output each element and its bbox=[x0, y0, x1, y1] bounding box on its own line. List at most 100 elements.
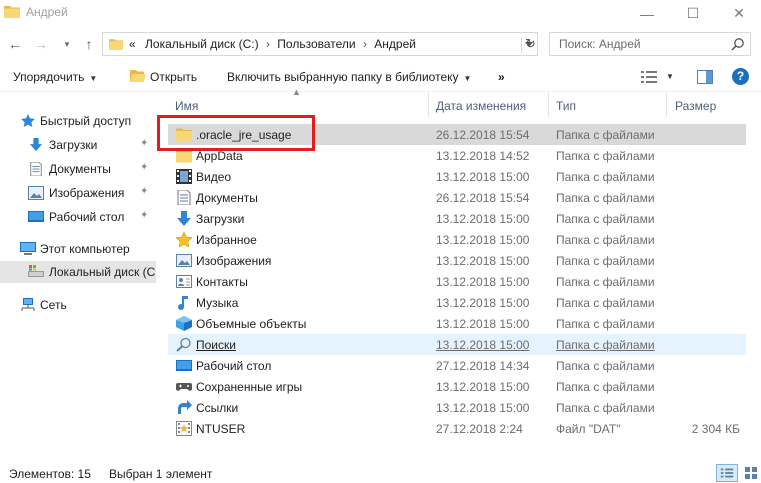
table-row[interactable]: Избранное 13.12.2018 15:00 Папка с файла… bbox=[168, 229, 746, 250]
breadcrumb-item-users[interactable]: Пользователи bbox=[277, 37, 355, 51]
breadcrumb-separator[interactable]: › bbox=[363, 37, 367, 51]
desktop-icon bbox=[176, 360, 192, 371]
up-button[interactable]: ↑ bbox=[80, 35, 98, 53]
file-type: Папка с файлами bbox=[556, 149, 655, 163]
large-icons-view-icon[interactable] bbox=[742, 464, 760, 482]
file-type: Папка с файлами bbox=[556, 254, 655, 268]
file-name: AppData bbox=[196, 149, 243, 163]
folder-icon bbox=[109, 39, 123, 50]
column-header-type[interactable]: Тип bbox=[549, 93, 667, 117]
column-header-size[interactable]: Размер bbox=[667, 93, 746, 117]
column-headers: Имя Дата изменения Тип Размер bbox=[168, 93, 746, 117]
sidebar-item-downloads[interactable]: Загрузки ✦ bbox=[0, 134, 156, 156]
file-date: 13.12.2018 15:00 bbox=[436, 401, 530, 415]
table-row[interactable]: Объемные объекты 13.12.2018 15:00 Папка … bbox=[168, 313, 746, 334]
table-row[interactable]: NTUSER 27.12.2018 2:24 Файл "DAT" 2 304 … bbox=[168, 418, 746, 439]
open-button[interactable]: Открыть bbox=[150, 70, 197, 84]
breadcrumb-item-andrey[interactable]: Андрей bbox=[374, 37, 416, 51]
table-row[interactable]: Рабочий стол 27.12.2018 14:34 Папка с фа… bbox=[168, 355, 746, 376]
folder-icon bbox=[4, 6, 20, 18]
file-type: Папка с файлами bbox=[556, 275, 655, 289]
forward-button[interactable]: → bbox=[32, 35, 50, 53]
preview-pane-icon[interactable] bbox=[697, 70, 713, 84]
video-icon bbox=[176, 169, 192, 184]
column-header-name[interactable]: Имя bbox=[168, 93, 429, 117]
close-button[interactable]: ✕ bbox=[716, 0, 761, 27]
breadcrumb-item-drive[interactable]: Локальный диск (C:) bbox=[145, 37, 259, 51]
dat-file-icon bbox=[176, 421, 192, 436]
cube-icon bbox=[176, 316, 192, 331]
breadcrumb: « Локальный диск (C:) › Пользователи › А… bbox=[129, 37, 416, 51]
sidebar-item-this-pc[interactable]: Этот компьютер bbox=[0, 238, 156, 260]
include-library-button[interactable]: Включить выбранную папку в библиотеку ▼ bbox=[227, 70, 471, 84]
music-icon bbox=[178, 296, 188, 310]
sidebar-item-desktop[interactable]: Рабочий стол ✦ bbox=[0, 206, 156, 228]
back-button[interactable]: ← bbox=[6, 35, 24, 53]
details-view-icon[interactable] bbox=[641, 71, 657, 83]
file-name: Рабочий стол bbox=[196, 359, 272, 373]
table-row[interactable]: Документы 26.12.2018 15:54 Папка с файла… bbox=[168, 187, 746, 208]
more-commands-button[interactable]: » bbox=[498, 70, 505, 84]
table-row[interactable]: Поиски 13.12.2018 15:00 Папка с файлами bbox=[168, 334, 746, 355]
open-folder-icon[interactable] bbox=[130, 69, 146, 83]
maximize-button[interactable]: ☐ bbox=[670, 0, 716, 27]
sidebar-item-network[interactable]: Сеть bbox=[0, 294, 156, 316]
details-view-icon[interactable] bbox=[716, 464, 738, 482]
sidebar-item-label: Локальный диск (C bbox=[49, 265, 156, 279]
pin-icon[interactable]: ✦ bbox=[140, 162, 148, 173]
highlight-annotation-box bbox=[157, 115, 315, 151]
star-icon bbox=[176, 232, 192, 247]
link-icon bbox=[178, 400, 192, 414]
window-title: Андрей bbox=[26, 5, 68, 19]
file-type: Папка с файлами bbox=[556, 191, 655, 205]
image-icon bbox=[28, 186, 44, 200]
table-row[interactable]: Загрузки 13.12.2018 15:00 Папка с файлам… bbox=[168, 208, 746, 229]
table-row[interactable]: Сохраненные игры 13.12.2018 15:00 Папка … bbox=[168, 376, 746, 397]
address-bar[interactable]: « Локальный диск (C:) › Пользователи › А… bbox=[102, 32, 538, 56]
search-icon[interactable] bbox=[731, 37, 745, 51]
file-name: Музыка bbox=[196, 296, 239, 310]
file-type: Папка с файлами bbox=[556, 380, 655, 394]
breadcrumb-overflow[interactable]: « bbox=[129, 37, 136, 51]
chevron-down-icon: ▼ bbox=[463, 74, 472, 83]
network-icon bbox=[21, 298, 35, 311]
sidebar-item-label: Быстрый доступ bbox=[40, 114, 132, 128]
file-type: Папка с файлами bbox=[556, 359, 655, 373]
file-date: 26.12.2018 15:54 bbox=[436, 128, 530, 142]
navigation-pane[interactable]: Быстрый доступ Загрузки ✦ Документы ✦ Из… bbox=[0, 93, 156, 453]
sidebar-item-documents[interactable]: Документы ✦ bbox=[0, 158, 156, 180]
file-name: Контакты bbox=[196, 275, 248, 289]
file-date: 13.12.2018 15:00 bbox=[436, 317, 530, 331]
document-icon bbox=[177, 190, 191, 205]
column-header-date[interactable]: Дата изменения bbox=[429, 93, 549, 117]
recent-locations-button[interactable]: ▾ bbox=[58, 35, 76, 53]
table-row[interactable]: Видео 13.12.2018 15:00 Папка с файлами bbox=[168, 166, 746, 187]
navigation-bar: ← → ▾ ↑ « Локальный диск (C:) › Пользова… bbox=[0, 29, 761, 59]
file-name: Объемные объекты bbox=[196, 317, 307, 331]
sidebar-item-images[interactable]: Изображения ✦ bbox=[0, 182, 156, 204]
file-date: 13.12.2018 15:00 bbox=[436, 275, 530, 289]
table-row[interactable]: Ссылки 13.12.2018 15:00 Папка с файлами bbox=[168, 397, 746, 418]
help-icon[interactable]: ? bbox=[732, 68, 749, 85]
command-bar: Упорядочить ▼ Открыть Включить выбранную … bbox=[0, 62, 761, 92]
sidebar-item-label: Документы bbox=[49, 162, 111, 176]
sidebar-item-local-disk[interactable]: Локальный диск (C bbox=[0, 261, 156, 283]
organize-button[interactable]: Упорядочить ▼ bbox=[13, 70, 97, 84]
minimize-button[interactable]: — bbox=[624, 0, 670, 27]
item-count: Элементов: 15 bbox=[9, 467, 91, 481]
file-name: Сохраненные игры bbox=[196, 380, 303, 394]
refresh-button[interactable]: ↻ bbox=[521, 37, 539, 53]
table-row[interactable]: Музыка 13.12.2018 15:00 Папка с файлами bbox=[168, 292, 746, 313]
pin-icon[interactable]: ✦ bbox=[140, 138, 148, 149]
pin-icon[interactable]: ✦ bbox=[140, 186, 148, 197]
pin-icon[interactable]: ✦ bbox=[140, 210, 148, 221]
status-bar: Элементов: 15 Выбран 1 элемент bbox=[0, 462, 761, 483]
chevron-down-icon[interactable]: ▼ bbox=[666, 72, 674, 81]
table-row[interactable]: Изображения 13.12.2018 15:00 Папка с фай… bbox=[168, 250, 746, 271]
breadcrumb-separator[interactable]: › bbox=[266, 37, 270, 51]
table-row[interactable]: Контакты 13.12.2018 15:00 Папка с файлам… bbox=[168, 271, 746, 292]
search-placeholder: Поиск: Андрей bbox=[559, 37, 641, 51]
file-type: Папка с файлами bbox=[556, 401, 655, 415]
sidebar-item-quick-access[interactable]: Быстрый доступ bbox=[0, 110, 156, 132]
search-input[interactable]: Поиск: Андрей bbox=[549, 32, 751, 56]
